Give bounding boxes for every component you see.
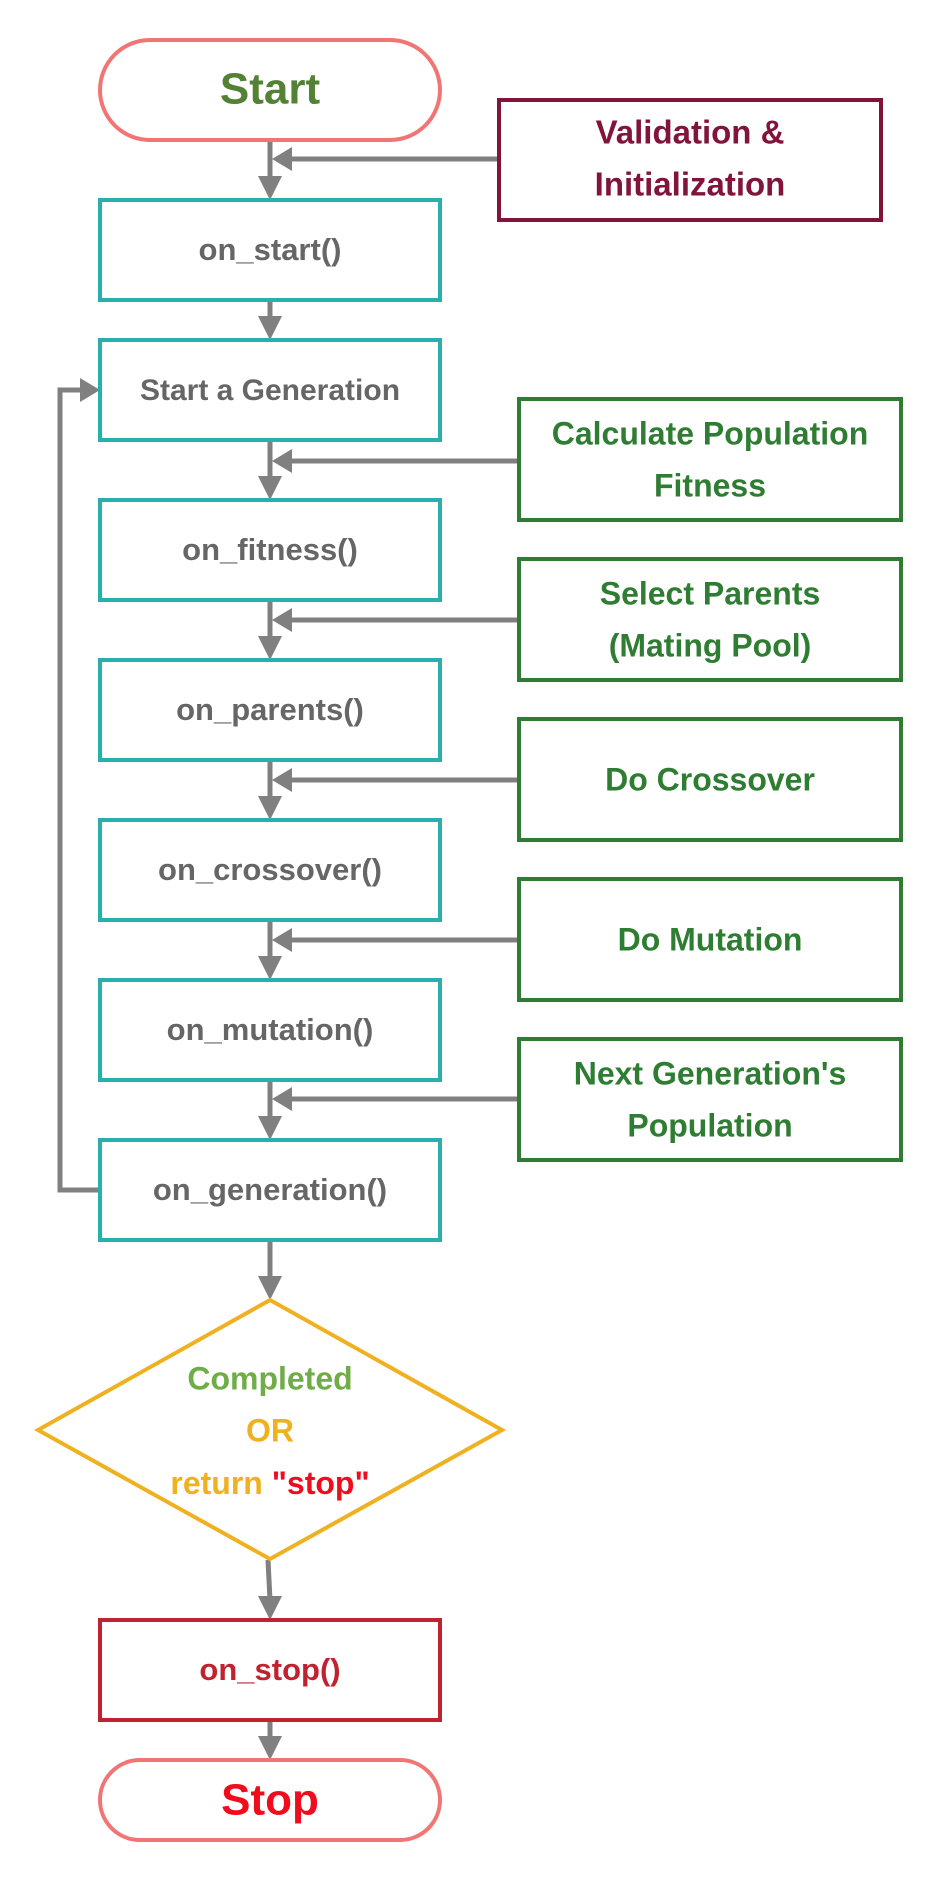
- arrowhead-down-icon: [258, 1736, 282, 1760]
- callback-box-on-generation: on_generation(): [98, 1138, 442, 1242]
- loop-back-connector: [57, 387, 100, 1193]
- arrowhead-down-icon: [258, 476, 282, 500]
- arrowhead-down-icon: [258, 956, 282, 980]
- callback-box-on-start: on_start(): [98, 198, 442, 302]
- step-label-line: Do Mutation: [618, 921, 803, 957]
- step-label-line: Do Crossover: [605, 761, 815, 797]
- arrowhead-down-icon: [258, 796, 282, 820]
- ga-lifecycle-flowchart: Start on_start() Start a Generation on_fitn…: [33, 38, 903, 1842]
- stop-string: "stop": [272, 1465, 370, 1501]
- callback-label: on_crossover(): [158, 852, 382, 887]
- step-box: Select Parents (Mating Pool): [517, 557, 903, 682]
- arrowhead-down-icon: [258, 1116, 282, 1140]
- step-box: Do Crossover: [517, 717, 903, 842]
- decision-completed-label: Completed: [187, 1360, 352, 1396]
- validation-label-line: Validation &: [596, 114, 785, 151]
- start-label: Start: [220, 65, 321, 114]
- callback-label: Start a Generation: [140, 374, 400, 407]
- arrowhead-down-icon: [258, 176, 282, 200]
- arrowhead-left-icon: [272, 147, 292, 171]
- decision-diamond: Completed OR return "stop": [33, 1297, 507, 1562]
- callback-box-on-stop: on_stop(): [98, 1618, 442, 1722]
- return-keyword: return: [170, 1465, 271, 1501]
- stop-label: Stop: [221, 1776, 319, 1825]
- callback-label: on_parents(): [176, 692, 364, 727]
- step-label-line: Select Parents: [600, 575, 821, 611]
- callback-label: on_start(): [199, 232, 342, 267]
- callback-label: on_fitness(): [182, 532, 358, 567]
- validation-label-line: Initialization: [595, 166, 786, 203]
- start-terminal: Start: [98, 38, 442, 142]
- step-label-line: Fitness: [654, 467, 766, 503]
- callback-box-on-crossover: on_crossover(): [98, 818, 442, 922]
- decision-return-label: return "stop": [170, 1465, 369, 1501]
- step-label-line: Next Generation's: [574, 1055, 847, 1091]
- arrowhead-left-icon: [272, 1087, 292, 1111]
- stop-terminal: Stop: [98, 1758, 442, 1842]
- arrowhead-right-icon: [80, 378, 100, 402]
- arrowhead-left-icon: [272, 449, 292, 473]
- decision-or-label: OR: [246, 1412, 294, 1448]
- step-box: Calculate Population Fitness: [517, 397, 903, 522]
- on-stop-label: on_stop(): [199, 1652, 340, 1687]
- arrowhead-down-icon: [258, 1596, 282, 1620]
- validation-initialization-box: Validation & Initialization: [497, 98, 883, 222]
- arrowhead-down-icon: [258, 1276, 282, 1300]
- arrowhead-left-icon: [272, 608, 292, 632]
- callback-box-start-generation: Start a Generation: [98, 338, 442, 442]
- step-label-line: (Mating Pool): [609, 627, 812, 663]
- arrowhead-down-icon: [258, 636, 282, 660]
- step-label-line: Population: [627, 1107, 792, 1143]
- arrowhead-down-icon: [258, 316, 282, 340]
- flow-connector: [265, 1559, 273, 1601]
- callback-label: on_mutation(): [167, 1012, 374, 1047]
- callback-box-on-mutation: on_mutation(): [98, 978, 442, 1082]
- arrowhead-left-icon: [272, 928, 292, 952]
- step-box: Do Mutation: [517, 877, 903, 1002]
- arrowhead-left-icon: [272, 768, 292, 792]
- callback-box-on-fitness: on_fitness(): [98, 498, 442, 602]
- callback-box-on-parents: on_parents(): [98, 658, 442, 762]
- callback-label: on_generation(): [153, 1172, 387, 1207]
- step-box: Next Generation's Population: [517, 1037, 903, 1162]
- step-label-line: Calculate Population: [552, 415, 868, 451]
